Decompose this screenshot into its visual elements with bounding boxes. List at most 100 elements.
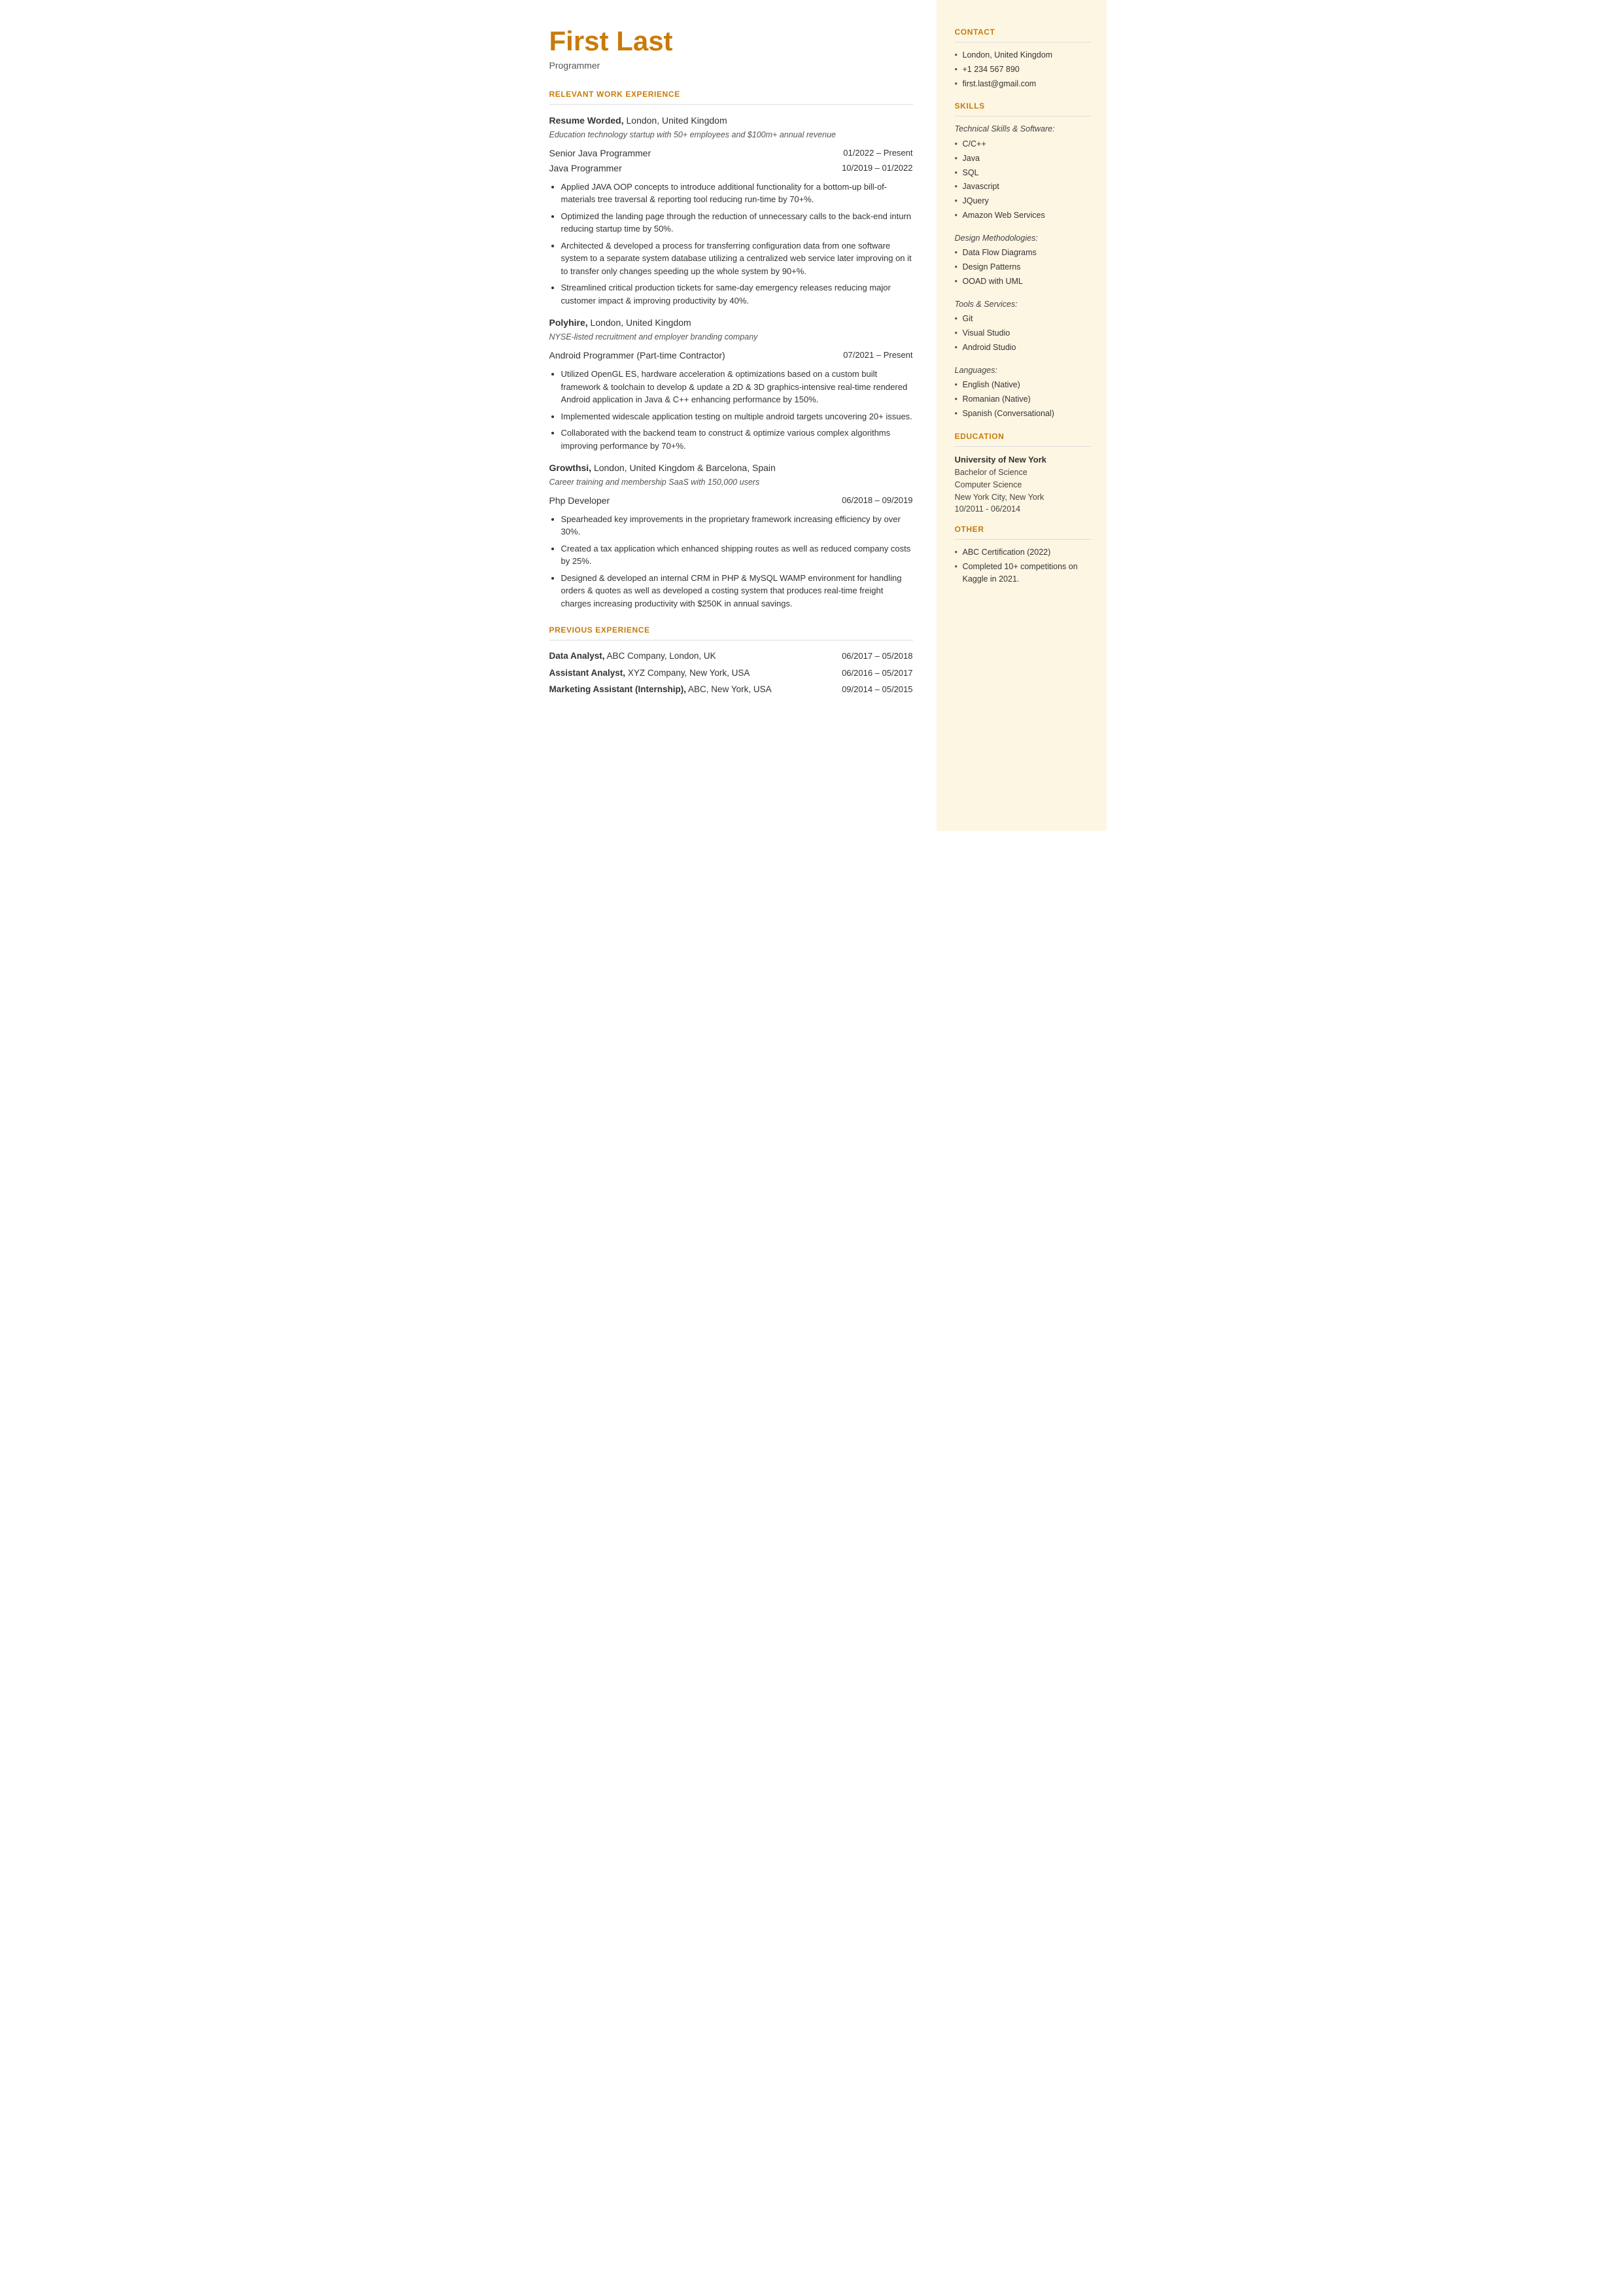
skills-design-list: Data Flow Diagrams Design Patterns OOAD … [955, 247, 1091, 287]
skills-cat-technical-label: Technical Skills & Software: [955, 123, 1091, 135]
prev-company-1: ABC Company, London, UK [607, 651, 716, 661]
prev-exp-entry-3: Marketing Assistant (Internship), ABC, N… [549, 683, 772, 696]
skill-java: Java [955, 152, 1091, 165]
job-row-3a: Php Developer 06/2018 – 09/2019 [549, 494, 913, 508]
right-sidebar: CONTACT London, United Kingdom +1 234 56… [937, 0, 1107, 831]
company-block-polyhire: Polyhire, London, United Kingdom NYSE-li… [549, 316, 913, 452]
skill-spanish: Spanish (Conversational) [955, 408, 1091, 420]
bullet-2-3: Collaborated with the backend team to co… [561, 427, 913, 452]
company-name-line-1: Resume Worded, London, United Kingdom [549, 114, 913, 128]
prev-company-2: XYZ Company, New York, USA [628, 668, 750, 678]
company-location-1: London, United Kingdom [627, 115, 727, 126]
skill-jquery: JQuery [955, 195, 1091, 207]
skill-ooad: OOAD with UML [955, 275, 1091, 288]
education-header: EDUCATION [955, 430, 1091, 442]
job-date-2a: 07/2021 – Present [843, 349, 912, 362]
name-title-block: First Last Programmer [549, 26, 913, 73]
prev-exp-row-2: Assistant Analyst, XYZ Company, New York… [549, 667, 913, 680]
prev-exp-row-1: Data Analyst, ABC Company, London, UK 06… [549, 650, 913, 663]
bullet-2-2: Implemented widescale application testin… [561, 410, 913, 423]
other-list: ABC Certification (2022) Completed 10+ c… [955, 546, 1091, 585]
skill-cpp: C/C++ [955, 138, 1091, 150]
company-location-2: London, United Kingdom [591, 317, 691, 328]
skill-android-studio: Android Studio [955, 342, 1091, 354]
skills-technical-list: C/C++ Java SQL Javascript JQuery Amazon … [955, 138, 1091, 222]
contact-item-location: London, United Kingdom [955, 49, 1091, 61]
edu-entry-1: University of New York Bachelor of Scien… [955, 453, 1091, 516]
skill-dfd: Data Flow Diagrams [955, 247, 1091, 259]
company-location-3: London, United Kingdom & Barcelona, Spai… [594, 463, 776, 473]
prev-exp-row-3: Marketing Assistant (Internship), ABC, N… [549, 683, 913, 696]
full-name: First Last [549, 26, 913, 56]
skill-javascript: Javascript [955, 181, 1091, 193]
job-title-3a: Php Developer [549, 494, 610, 508]
bullets-2: Utilized OpenGL ES, hardware acceleratio… [561, 368, 913, 452]
company-name-line-3: Growthsi, London, United Kingdom & Barce… [549, 461, 913, 475]
bullets-3: Spearheaded key improvements in the prop… [561, 513, 913, 610]
bullet-3-2: Created a tax application which enhanced… [561, 542, 913, 568]
bullets-1: Applied JAVA OOP concepts to introduce a… [561, 181, 913, 307]
skill-sql: SQL [955, 167, 1091, 179]
company-block-resume-worded: Resume Worded, London, United Kingdom Ed… [549, 114, 913, 307]
job-title-1b: Java Programmer [549, 162, 622, 175]
prev-exp-entry-1: Data Analyst, ABC Company, London, UK [549, 650, 716, 663]
other-section: ABC Certification (2022) Completed 10+ c… [955, 546, 1091, 585]
job-row-1b: Java Programmer 10/2019 – 01/2022 [549, 162, 913, 175]
job-date-1b: 10/2019 – 01/2022 [842, 162, 912, 175]
company-desc-1: Education technology startup with 50+ em… [549, 129, 913, 141]
contact-item-email: first.last@gmail.com [955, 78, 1091, 90]
previous-experience-header: PREVIOUS EXPERIENCE [549, 624, 913, 636]
company-desc-3: Career training and membership SaaS with… [549, 476, 913, 489]
edu-location-1: New York City, New York [955, 491, 1091, 504]
skills-cat-design-label: Design Methodologies: [955, 232, 1091, 245]
job-date-1a: 01/2022 – Present [843, 147, 912, 160]
edu-degree-1: Bachelor of Science [955, 466, 1091, 479]
bullet-3-1: Spearheaded key improvements in the prop… [561, 513, 913, 538]
skill-visual-studio: Visual Studio [955, 327, 1091, 340]
skills-languages-list: English (Native) Romanian (Native) Spani… [955, 379, 1091, 419]
other-divider [955, 539, 1091, 540]
job-row-1a: Senior Java Programmer 01/2022 – Present [549, 147, 913, 160]
prev-company-3: ABC, New York, USA [688, 684, 772, 694]
prev-dates-1: 06/2017 – 05/2018 [842, 650, 912, 663]
prev-dates-2: 06/2016 – 05/2017 [842, 667, 912, 680]
skill-design-patterns: Design Patterns [955, 261, 1091, 273]
contact-header: CONTACT [955, 26, 1091, 38]
other-item-2: Completed 10+ competitions on Kaggle in … [955, 561, 1091, 586]
contact-list: London, United Kingdom +1 234 567 890 fi… [955, 49, 1091, 90]
edu-dates-1: 10/2011 - 06/2014 [955, 503, 1091, 516]
prev-exp-entry-2: Assistant Analyst, XYZ Company, New York… [549, 667, 750, 680]
skill-romanian: Romanian (Native) [955, 393, 1091, 406]
bullet-1-2: Optimized the landing page through the r… [561, 210, 913, 236]
skill-aws: Amazon Web Services [955, 209, 1091, 222]
skills-cat-tools-label: Tools & Services: [955, 298, 1091, 311]
skills-cat-languages-label: Languages: [955, 364, 1091, 377]
job-date-3a: 06/2018 – 09/2019 [842, 494, 912, 508]
job-row-2a: Android Programmer (Part-time Contractor… [549, 349, 913, 362]
bullet-2-1: Utilized OpenGL ES, hardware acceleratio… [561, 368, 913, 406]
divider-relevant [549, 104, 913, 105]
other-item-1: ABC Certification (2022) [955, 546, 1091, 559]
bullet-1-3: Architected & developed a process for tr… [561, 239, 913, 278]
bullet-1-4: Streamlined critical production tickets … [561, 281, 913, 307]
skill-english: English (Native) [955, 379, 1091, 391]
job-title-1a: Senior Java Programmer [549, 147, 651, 160]
company-name-3: Growthsi, [549, 463, 592, 473]
edu-institution-1: University of New York [955, 453, 1091, 466]
company-block-growthsi: Growthsi, London, United Kingdom & Barce… [549, 461, 913, 610]
job-title: Programmer [549, 59, 913, 73]
skills-header: SKILLS [955, 100, 1091, 112]
bullet-3-3: Designed & developed an internal CRM in … [561, 572, 913, 610]
prev-title-2: Assistant Analyst, [549, 668, 626, 678]
edu-field-1: Computer Science [955, 479, 1091, 491]
other-header: OTHER [955, 523, 1091, 535]
prev-dates-3: 09/2014 – 05/2015 [842, 683, 912, 696]
company-name-2: Polyhire, [549, 317, 588, 328]
contact-divider [955, 42, 1091, 43]
skill-git: Git [955, 313, 1091, 325]
company-desc-2: NYSE-listed recruitment and employer bra… [549, 331, 913, 343]
relevant-experience-header: RELEVANT WORK EXPERIENCE [549, 88, 913, 100]
prev-title-1: Data Analyst, [549, 651, 605, 661]
company-name-1: Resume Worded, [549, 115, 624, 126]
education-divider [955, 446, 1091, 447]
